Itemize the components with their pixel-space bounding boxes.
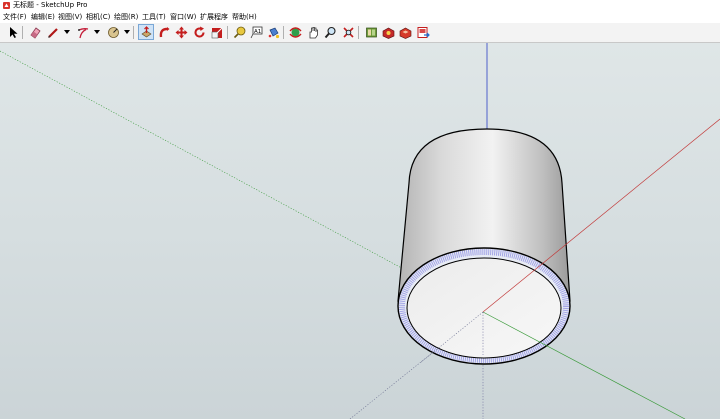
menu-draw[interactable]: 绘图(R) [114, 11, 138, 23]
toolbar-separator [227, 26, 228, 39]
select-tool-button[interactable] [6, 25, 20, 39]
cylinder-inner-rim[interactable] [406, 257, 562, 359]
paint-bucket-icon [268, 27, 279, 38]
select-arrow-icon [9, 26, 17, 38]
model-viewport[interactable] [0, 43, 720, 419]
layout-button[interactable] [398, 25, 412, 39]
rotate-tool-button[interactable] [192, 25, 206, 39]
push-pull-icon [140, 25, 152, 37]
follow-me-tool-button[interactable] [157, 25, 171, 39]
menu-tools[interactable]: 工具(T) [142, 11, 166, 23]
menu-extensions[interactable]: 扩展程序 [200, 11, 228, 23]
tape-measure-tool-button[interactable] [232, 25, 246, 39]
toolbar: A1 [0, 23, 720, 43]
pencil-line-icon [47, 27, 58, 38]
menu-file[interactable]: 文件(F) [3, 11, 27, 23]
toolbar-separator [358, 26, 359, 39]
extension-warehouse-icon [382, 27, 394, 39]
shape-tool-button[interactable] [106, 25, 120, 39]
scene-canvas[interactable] [0, 43, 720, 419]
sketchup-logo-icon [3, 2, 10, 9]
menu-camera[interactable]: 相机(C) [86, 11, 110, 23]
eraser-tool-button[interactable] [28, 25, 42, 39]
zoom-icon [324, 26, 336, 38]
follow-me-icon [159, 26, 169, 37]
scale-tool-button[interactable] [210, 25, 224, 39]
move-tool-button[interactable] [174, 25, 188, 39]
zoom-tool-button[interactable] [323, 25, 337, 39]
arc-tool-button[interactable] [76, 25, 90, 39]
menu-window[interactable]: 窗口(W) [170, 11, 196, 23]
send-to-layout-icon [417, 26, 430, 38]
arc-icon [77, 27, 88, 38]
text-tool-button[interactable]: A1 [249, 25, 263, 39]
window-title: 无标题 - SketchUp Pro [13, 1, 88, 9]
layout-icon [399, 27, 411, 39]
shape-tool-dropdown[interactable] [124, 30, 130, 34]
pan-icon [309, 26, 318, 38]
3d-warehouse-button[interactable] [364, 25, 378, 39]
orbit-tool-button[interactable] [288, 25, 302, 39]
tape-measure-icon [233, 26, 245, 38]
pan-tool-button[interactable] [306, 25, 320, 39]
text-tool-label: A1 [254, 28, 261, 34]
3d-warehouse-icon [365, 27, 377, 37]
text-icon: A1 [250, 26, 262, 38]
toolbar-separator [133, 26, 134, 39]
send-to-layout-button[interactable] [416, 25, 430, 39]
orbit-icon [288, 26, 302, 38]
zoom-extents-icon [342, 26, 354, 38]
push-pull-tool-button[interactable] [138, 24, 154, 40]
line-tool-button[interactable] [46, 25, 60, 39]
arc-tool-dropdown[interactable] [94, 30, 100, 34]
extension-warehouse-button[interactable] [381, 25, 395, 39]
shape-icon [107, 26, 119, 38]
line-tool-dropdown[interactable] [64, 30, 70, 34]
green-axis [482, 311, 686, 419]
scale-icon [211, 27, 222, 38]
menu-bar: 文件(F) 编辑(E) 视图(V) 相机(C) 绘图(R) 工具(T) 窗口(W… [0, 11, 720, 23]
zoom-extents-tool-button[interactable] [341, 25, 355, 39]
menu-view[interactable]: 视图(V) [58, 11, 82, 23]
move-icon [175, 26, 187, 38]
rotate-icon [194, 26, 204, 37]
menu-edit[interactable]: 编辑(E) [31, 11, 55, 23]
menu-help[interactable]: 帮助(H) [232, 11, 257, 23]
eraser-icon [29, 26, 41, 39]
toolbar-separator [283, 26, 284, 39]
toolbar-separator [22, 26, 23, 39]
paint-bucket-tool-button[interactable] [266, 25, 280, 39]
title-bar: 无标题 - SketchUp Pro [0, 0, 720, 11]
